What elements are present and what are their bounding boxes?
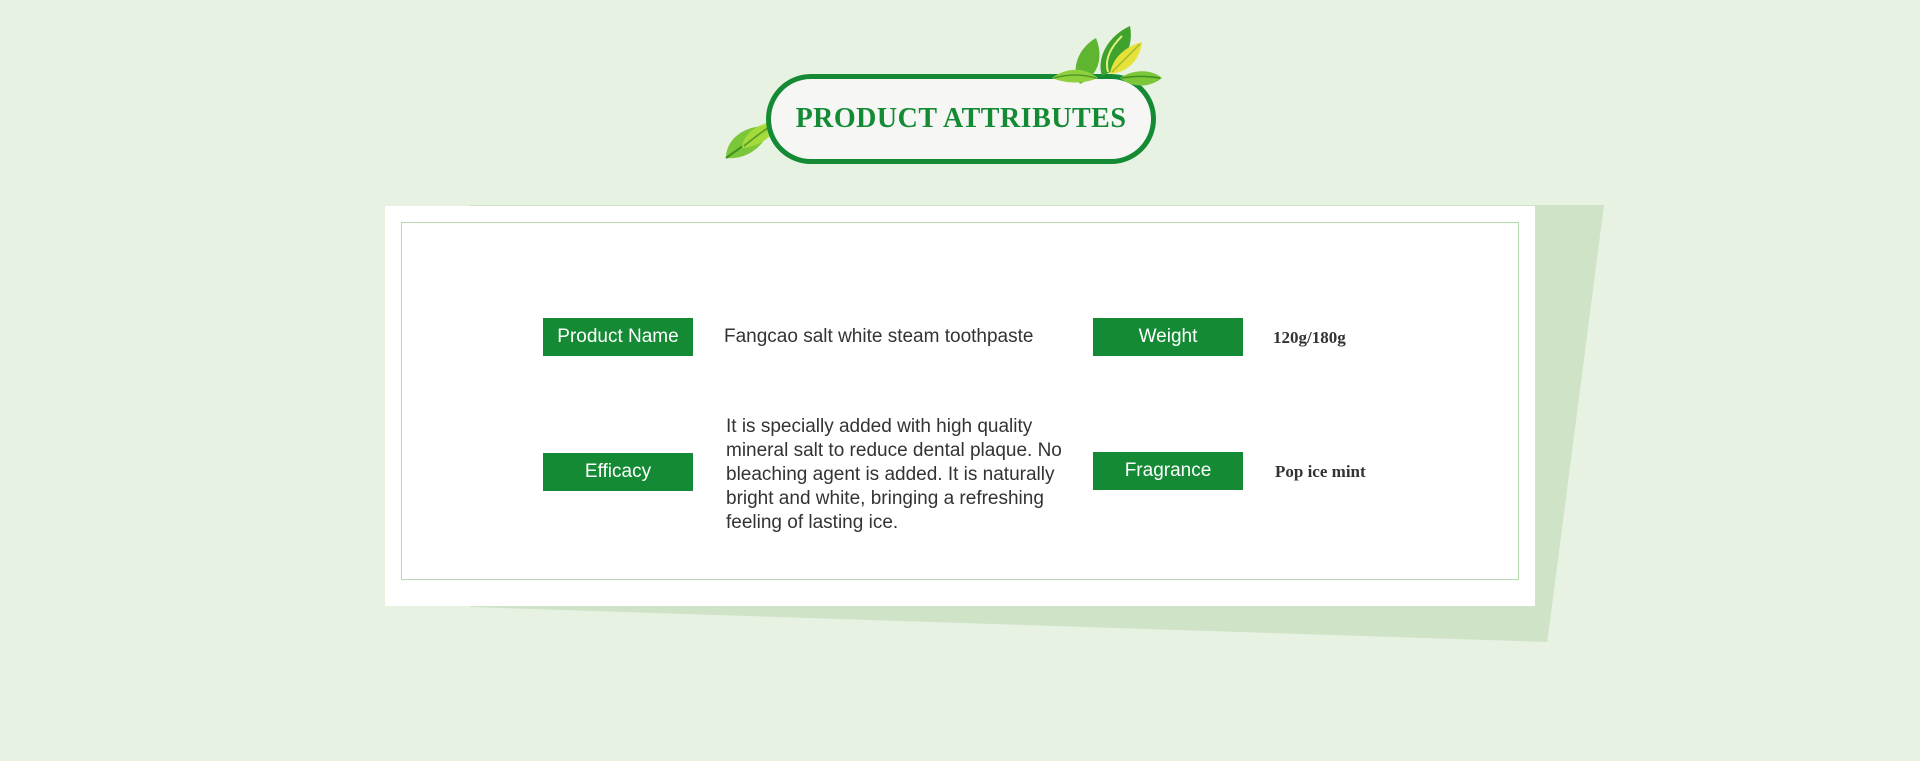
weight-value: 120g/180g xyxy=(1273,328,1346,347)
attributes-card: Product Name Fangcao salt white steam to… xyxy=(385,206,1535,606)
efficacy-value: It is specially added with high quality … xyxy=(726,416,1062,533)
product-name-label: Product Name xyxy=(543,318,693,356)
product-name-value: Fangcao salt white steam toothpaste xyxy=(724,326,1034,347)
efficacy-label: Efficacy xyxy=(543,453,693,491)
fragrance-label: Fragrance xyxy=(1093,452,1243,490)
fragrance-value: Pop ice mint xyxy=(1275,462,1366,481)
section-header: PRODUCT ATTRIBUTES xyxy=(720,24,1166,174)
weight-label: Weight xyxy=(1093,318,1243,356)
leaf-cluster-icon xyxy=(1050,24,1166,109)
